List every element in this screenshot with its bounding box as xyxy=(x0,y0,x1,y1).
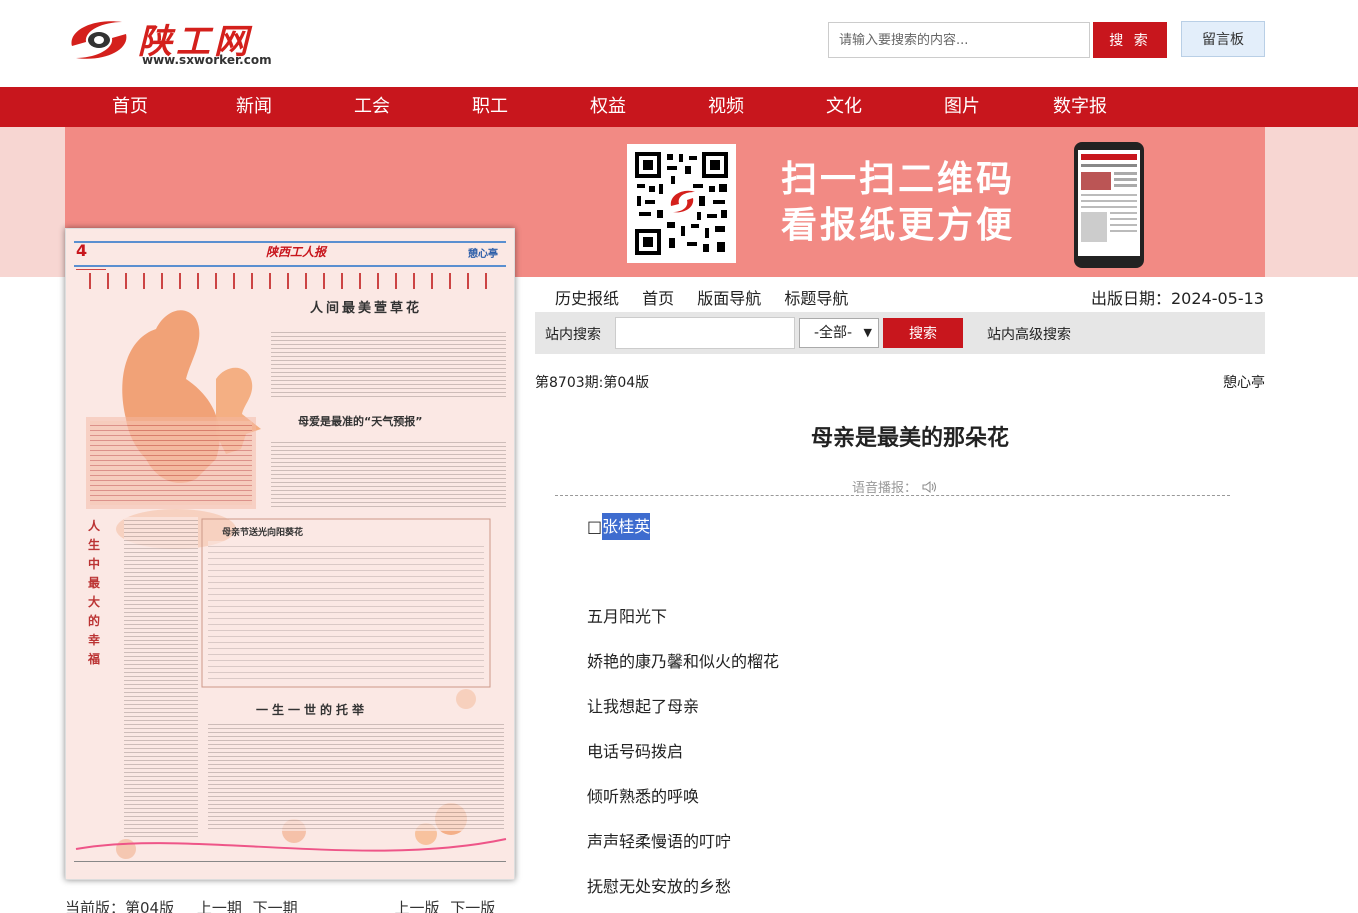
paper-highlight-box xyxy=(90,421,252,505)
paper-section: 憩心亭 xyxy=(468,249,498,260)
next-issue-link[interactable]: 下一期 xyxy=(253,899,298,913)
advanced-search-link[interactable]: 站内高级搜索 xyxy=(987,324,1071,344)
article-title: 母亲是最美的那朵花 xyxy=(810,426,1009,451)
nav-item-photos[interactable]: 图片 xyxy=(912,87,1012,127)
site-search-input[interactable] xyxy=(615,317,795,349)
nav-item-epaper[interactable]: 数字报 xyxy=(1030,87,1130,127)
phone-illustration xyxy=(1074,142,1144,268)
nav-item-rights[interactable]: 权益 xyxy=(558,87,658,127)
subnav-title-nav[interactable]: 标题导航 xyxy=(784,289,848,308)
paper-masthead: 陕西工人报 xyxy=(266,245,327,259)
poem-line: 抚慰无处安放的乡愁 xyxy=(587,877,732,896)
paper-text-texture xyxy=(271,329,506,399)
logo-mark-icon xyxy=(71,21,127,59)
poem-line: 让我想起了母亲 xyxy=(587,697,700,716)
banner-line2: 看报纸更方便 xyxy=(781,205,1016,246)
prev-issue-link[interactable]: 上一期 xyxy=(197,899,242,913)
poem-line: 娇艳的康乃馨和似火的榴花 xyxy=(587,652,780,671)
site-search-bar: 站内搜索 -全部- ▼ 搜索 站内高级搜索 xyxy=(535,312,1265,354)
voice-label: 语音播报： xyxy=(852,481,918,496)
publish-date: 出版日期：2024-05-13 xyxy=(1091,289,1264,308)
poem-line: 电话号码拨启 xyxy=(587,742,684,761)
paper-headline-3: 一生一世的托举 xyxy=(256,703,369,717)
subnav-home[interactable]: 首页 xyxy=(642,289,674,308)
nav-item-news[interactable]: 新闻 xyxy=(204,87,304,127)
select-value: -全部- xyxy=(814,325,853,341)
article-body: 五月阳光下 娇艳的康乃馨和似火的榴花 让我想起了母亲 电话号码拨启 倾听熟悉的呼… xyxy=(587,606,779,913)
poem-line: 五月阳光下 xyxy=(587,607,668,626)
chevron-down-icon: ▼ xyxy=(863,326,872,339)
paper-text-texture xyxy=(208,721,504,831)
paper-side-title: 人生中最大的幸福 xyxy=(88,519,101,666)
qr-code xyxy=(627,144,736,263)
main-nav: 首页 新闻 工会 职工 权益 视频 文化 图片 数字报 xyxy=(0,87,1358,127)
search-button[interactable]: 搜 索 xyxy=(1093,22,1167,58)
nav-item-video[interactable]: 视频 xyxy=(676,87,776,127)
phone-screen xyxy=(1078,150,1140,256)
current-page-label: 当前版：第04版 xyxy=(65,899,175,913)
nav-item-union[interactable]: 工会 xyxy=(322,87,422,127)
prev-page-link[interactable]: 上一版 xyxy=(394,899,439,913)
next-page-link[interactable]: 下一版 xyxy=(450,899,495,913)
column-name: 憩心亭 xyxy=(1223,375,1265,391)
search-input[interactable] xyxy=(828,22,1090,58)
paper-text-texture xyxy=(271,439,506,509)
qr-code-icon xyxy=(633,150,730,257)
subnav-history[interactable]: 历史报纸 xyxy=(555,289,619,308)
subnav-page-nav[interactable]: 版面导航 xyxy=(697,289,761,308)
author-prefix: □ xyxy=(587,517,603,536)
author-name: 张桂英 xyxy=(602,513,651,540)
message-board-button[interactable]: 留言板 xyxy=(1181,21,1265,57)
divider xyxy=(555,495,1230,496)
nav-item-workers[interactable]: 职工 xyxy=(440,87,540,127)
issue-info: 第8703期:第04版 xyxy=(535,375,650,391)
banner-slogan: 扫一扫二维码 看报纸更方便 xyxy=(781,157,1015,249)
nav-item-home[interactable]: 首页 xyxy=(80,87,180,127)
article-author: □张桂英 xyxy=(587,513,651,540)
paper-poem-box-title: 母亲节送光向阳葵花 xyxy=(222,528,304,538)
site-logo[interactable]: 陕工网 www.sxworker.com xyxy=(64,12,274,70)
site-search-button[interactable]: 搜索 xyxy=(883,318,963,348)
banner-line1: 扫一扫二维码 xyxy=(781,159,1016,200)
newspaper-page-image[interactable]: 4 陕西工人报 憩心亭 人间最美萱草花 母爱是最准的“天气预报” 人生中最大的幸… xyxy=(65,228,515,880)
site-search-scope-select[interactable]: -全部- ▼ xyxy=(799,318,879,348)
nav-item-culture[interactable]: 文化 xyxy=(794,87,894,127)
poem-line: 声声轻柔慢语的叮咛 xyxy=(587,832,732,851)
paper-headline-1: 人间最美萱草花 xyxy=(310,301,423,316)
voice-broadcast[interactable]: 语音播报： xyxy=(852,477,937,497)
paper-text-texture xyxy=(208,541,484,681)
logo-url: www.sxworker.com xyxy=(142,53,272,67)
paper-headline-2: 母爱是最准的“天气预报” xyxy=(298,415,423,428)
site-search-label: 站内搜索 xyxy=(545,327,601,343)
paper-page-number: 4 xyxy=(76,241,88,260)
paper-text-texture xyxy=(124,517,198,837)
poem-line: 倾听熟悉的呼唤 xyxy=(587,787,700,806)
epaper-subnav: 历史报纸 首页 版面导航 标题导航 xyxy=(555,285,866,309)
page-navigation: 当前版：第04版 上一期 下一期 上一版 下一版 xyxy=(65,897,509,913)
